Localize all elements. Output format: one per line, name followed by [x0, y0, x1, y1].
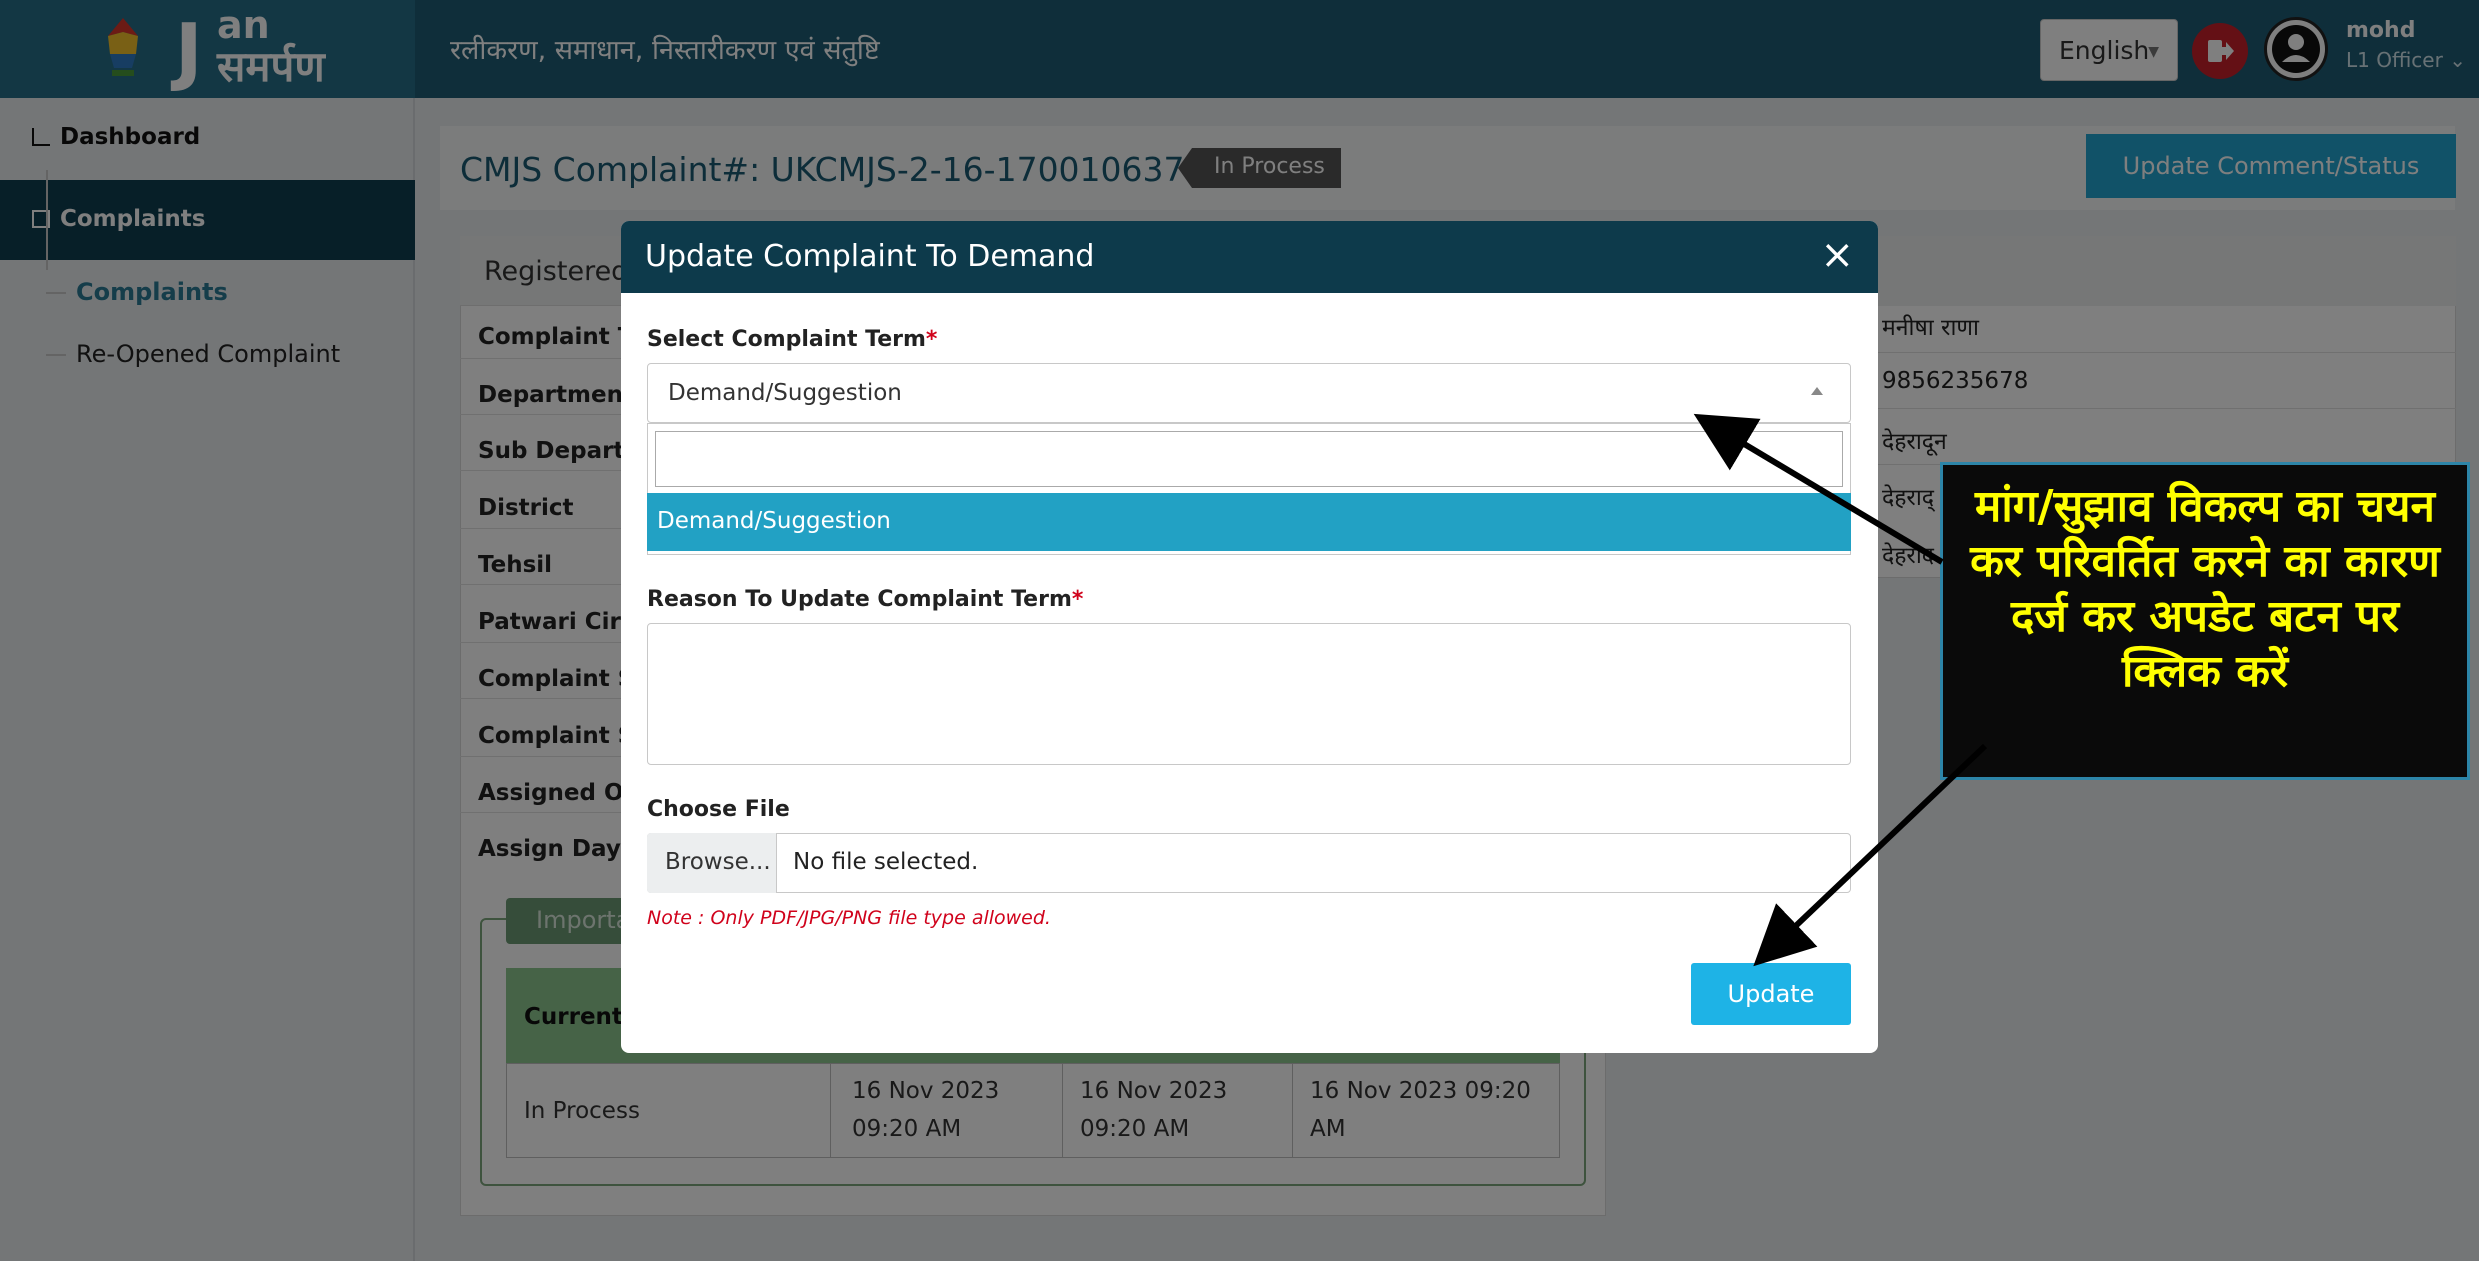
- required-mark: *: [1071, 587, 1084, 612]
- browse-button[interactable]: Browse...: [647, 833, 777, 893]
- complaint-term-label: Select Complaint Term*: [647, 327, 937, 352]
- complaint-term-select[interactable]: Demand/Suggestion: [647, 363, 1851, 423]
- dropdown-option-demand-suggestion[interactable]: Demand/Suggestion: [647, 493, 1851, 551]
- reason-textarea[interactable]: [647, 623, 1851, 765]
- required-mark: *: [925, 327, 938, 352]
- close-icon[interactable]: ×: [1820, 235, 1854, 275]
- update-complaint-modal: Update Complaint To Demand × Select Comp…: [621, 221, 1878, 1053]
- choose-file-label: Choose File: [647, 797, 790, 822]
- reason-label: Reason To Update Complaint Term*: [647, 587, 1083, 612]
- update-button[interactable]: Update: [1691, 963, 1851, 1025]
- dropdown-search-input[interactable]: [655, 431, 1843, 487]
- modal-title: Update Complaint To Demand: [645, 239, 1095, 274]
- file-status-text: No file selected.: [793, 849, 979, 875]
- reason-label-text: Reason To Update Complaint Term: [647, 587, 1072, 612]
- file-type-note: Note : Only PDF/JPG/PNG file type allowe…: [647, 907, 1051, 929]
- instruction-callout: मांग/सुझाव विकल्प का चयन कर परिवर्तित कर…: [1940, 462, 2470, 780]
- complaint-term-label-text: Select Complaint Term: [647, 327, 926, 352]
- caret-up-icon: [1811, 387, 1823, 395]
